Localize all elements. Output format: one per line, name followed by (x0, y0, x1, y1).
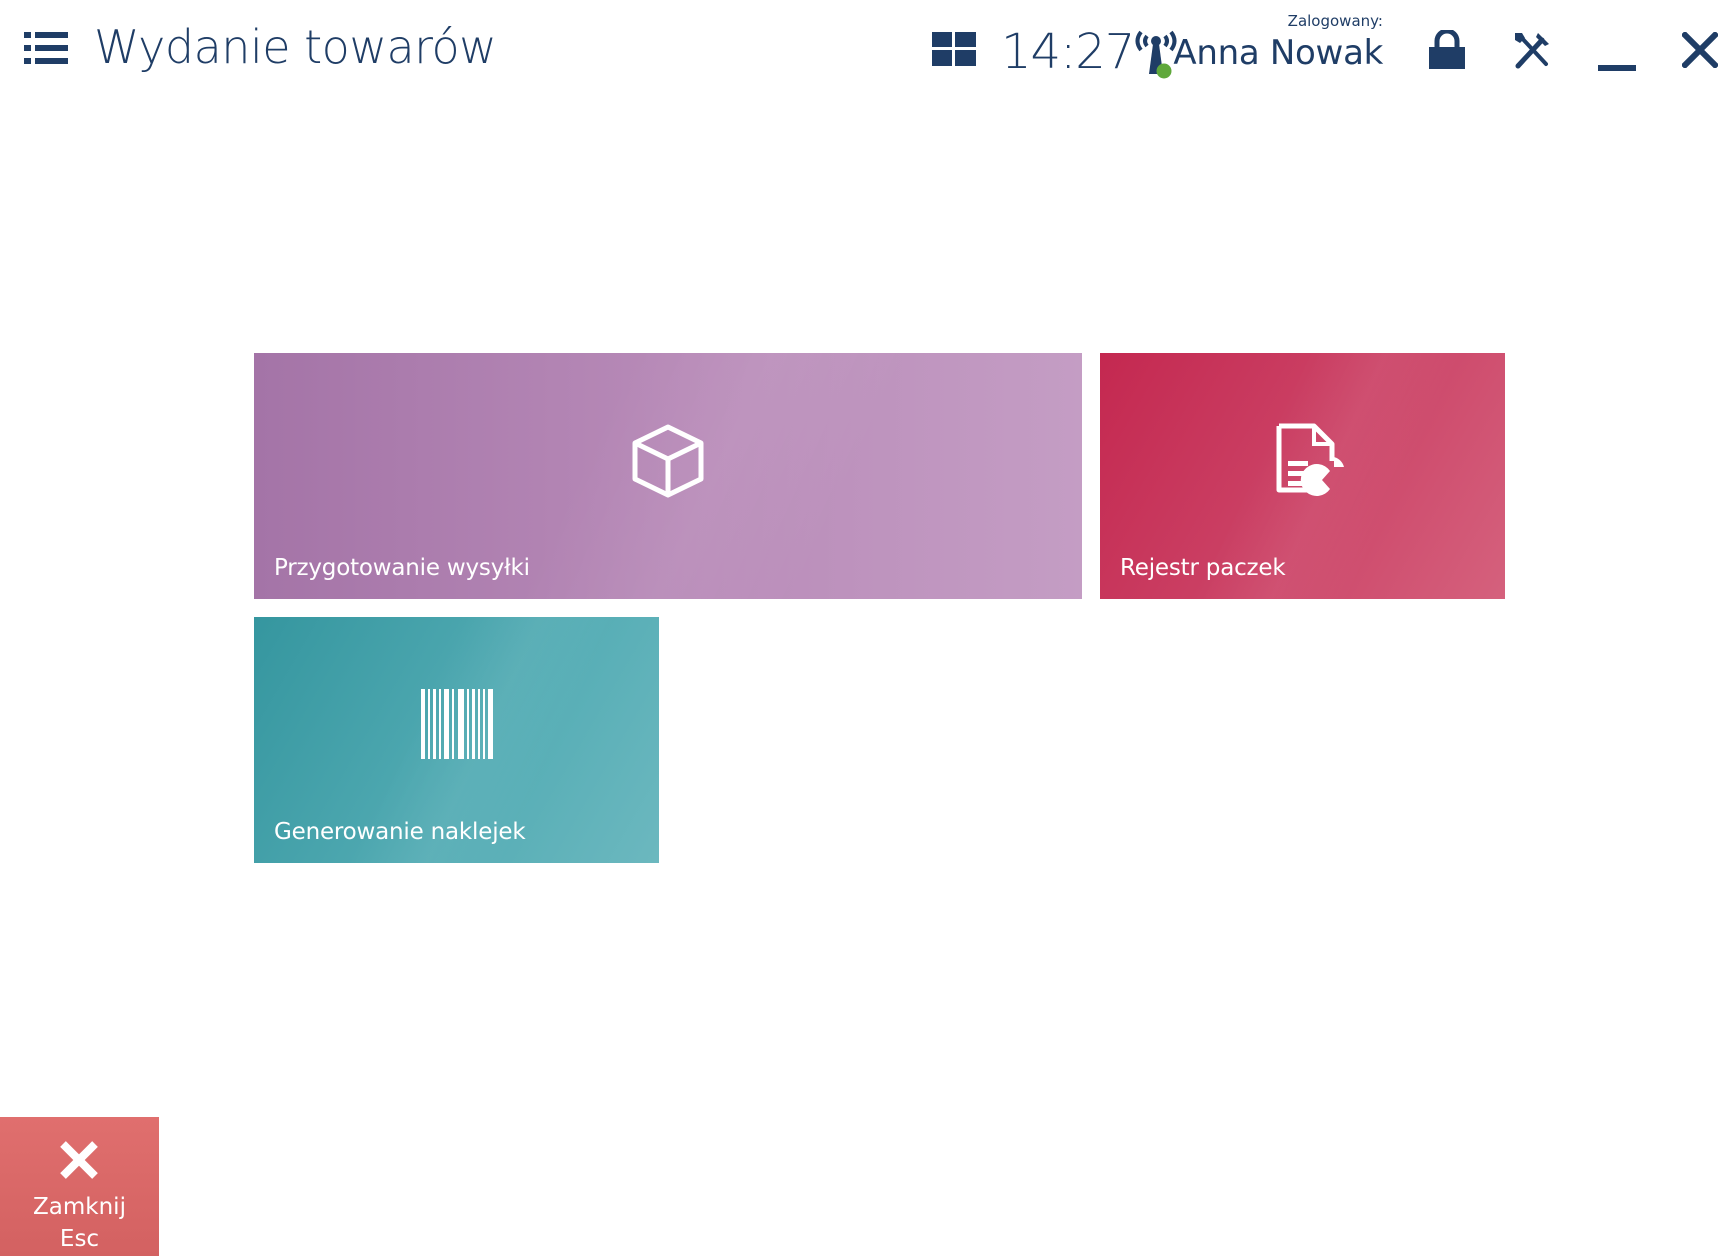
list-menu-icon (24, 32, 68, 64)
close-window-button[interactable] (1680, 30, 1720, 72)
tile-label-generation[interactable]: Generowanie naklejek (254, 617, 659, 863)
tools-icon (1515, 33, 1549, 69)
tile-label: Generowanie naklejek (274, 819, 526, 845)
app-window: Wydanie towarów 14:27 Zalogowany: Anna N… (0, 0, 1728, 1256)
close-button[interactable]: Zamknij Esc (0, 1117, 159, 1256)
user-name: Anna Nowak (1173, 33, 1383, 73)
lock-icon (1429, 28, 1465, 69)
minimize-icon (1598, 65, 1636, 71)
close-button-shortcut: Esc (59, 1226, 100, 1252)
lock-button[interactable] (1428, 28, 1466, 74)
menu-button[interactable] (24, 30, 68, 66)
page-title: Wydanie towarów (94, 20, 497, 74)
barcode-icon (420, 689, 493, 759)
tiles-button[interactable] (932, 32, 976, 70)
tile-shipping-preparation[interactable]: Przygotowanie wysyłki (254, 353, 1082, 599)
close-button-label: Zamknij Esc (0, 1191, 159, 1255)
settings-button[interactable] (1512, 30, 1552, 74)
clock: 14:27 (1001, 24, 1135, 80)
report-chart-icon (1276, 423, 1344, 496)
box-icon (632, 424, 704, 498)
close-button-text: Zamknij (33, 1194, 126, 1220)
close-icon (60, 1141, 98, 1179)
tile-label: Przygotowanie wysyłki (274, 555, 530, 581)
minimize-button[interactable] (1598, 58, 1636, 77)
tile-parcel-register[interactable]: Rejestr paczek (1100, 353, 1505, 599)
tiles-grid-icon (932, 32, 976, 66)
close-icon (1680, 30, 1720, 70)
tile-label: Rejestr paczek (1120, 555, 1286, 581)
logged-in-label: Zalogowany: (1287, 12, 1383, 30)
